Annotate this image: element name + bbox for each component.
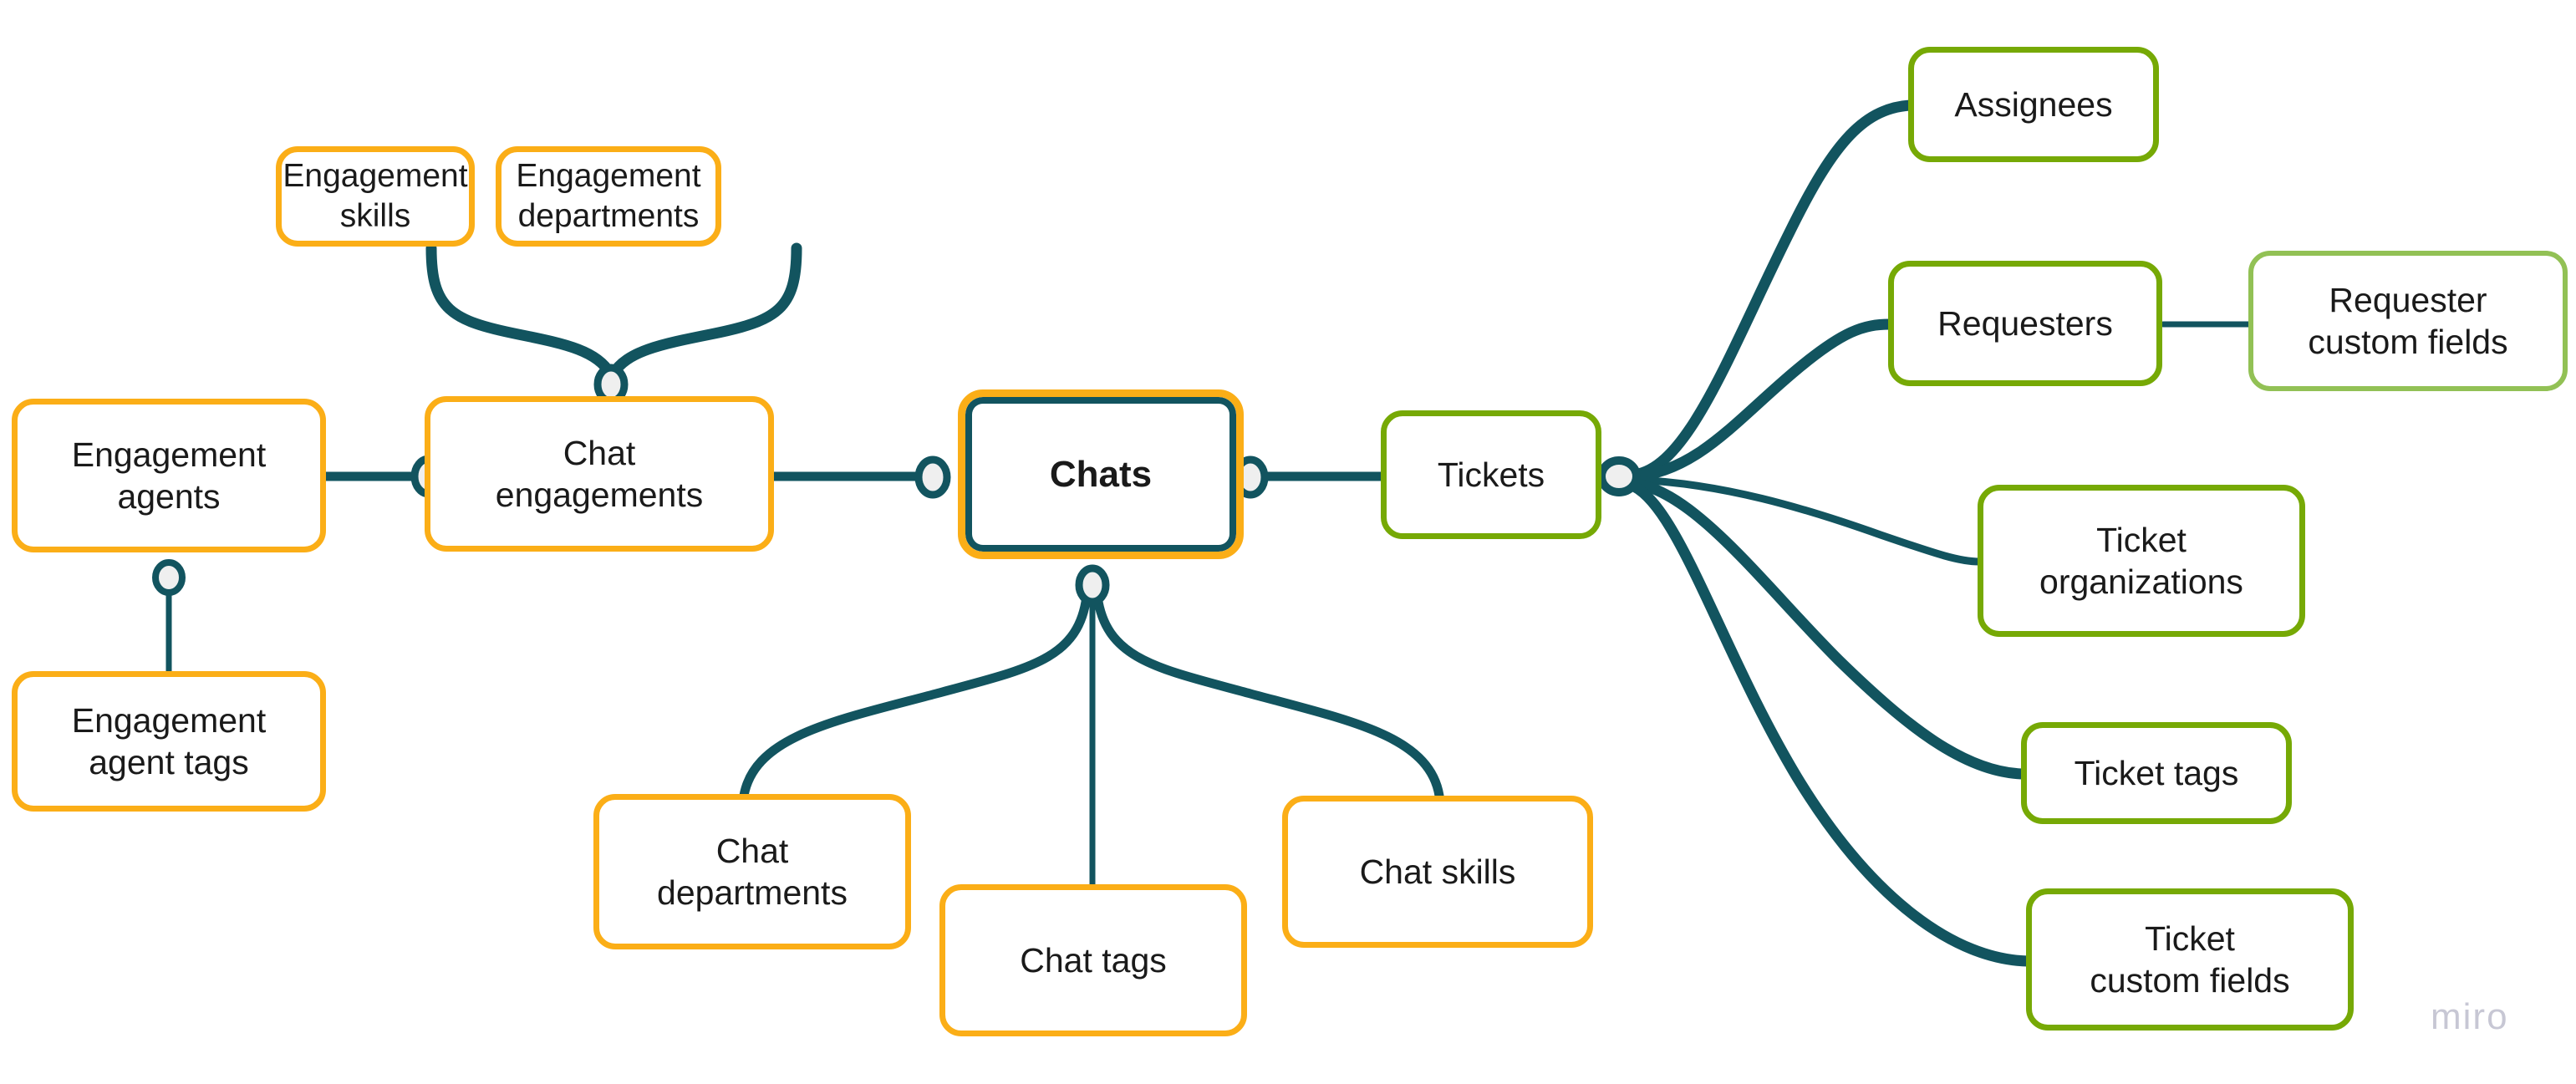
dot-tickets-right (1597, 456, 1641, 496)
node-label: Ticket custom fields (2090, 919, 2290, 1000)
node-label: Requester custom fields (2308, 280, 2508, 361)
edge-tickets-to-ticket-tags (1628, 477, 2029, 780)
node-label: Chats (1049, 453, 1153, 495)
node-engagement_skills[interactable]: Engagement skills (276, 146, 475, 247)
node-chat_skills[interactable]: Chat skills (1282, 796, 1593, 948)
node-chat_departments[interactable]: Chat departments (593, 794, 911, 949)
node-chat_engagements[interactable]: Chat engagements (425, 396, 774, 552)
node-label: Requesters (1937, 303, 2113, 343)
node-requester_custom_fields[interactable]: Requester custom fields (2248, 251, 2568, 391)
node-tickets[interactable]: Tickets (1381, 410, 1601, 539)
edge-chats-to-chat-departments (739, 592, 1092, 801)
node-label: Engagement departments (516, 158, 701, 234)
edge-engagement-departments-to-chat-engagements (607, 242, 802, 380)
node-engagement_agents[interactable]: Engagement agents (12, 399, 326, 552)
dot-engagement-agents-bottom (152, 559, 186, 596)
node-label: Ticket organizations (2039, 520, 2243, 601)
node-label: Chat departments (657, 831, 848, 912)
edge-chats-to-chat-skills (1092, 592, 1444, 801)
node-chat_tags[interactable]: Chat tags (939, 884, 1247, 1036)
node-engagement_agent_tags[interactable]: Engagement agent tags (12, 671, 326, 812)
mindmap-canvas: Engagement skills Engagement departments E… (0, 0, 2576, 1084)
node-label: Engagement skills (283, 158, 468, 234)
node-ticket_tags[interactable]: Ticket tags (2021, 722, 2292, 824)
edge-tickets-to-assignees (1628, 99, 1916, 481)
node-label: Tickets (1437, 455, 1545, 494)
node-label: Engagement agent tags (71, 700, 267, 781)
node-label: Chat skills (1359, 852, 1516, 891)
node-chats[interactable]: Chats (958, 389, 1244, 559)
node-ticket_custom_fields[interactable]: Ticket custom fields (2026, 888, 2354, 1031)
node-engagement_departments[interactable]: Engagement departments (496, 146, 721, 247)
node-label: Chat engagements (495, 433, 704, 514)
node-requesters[interactable]: Requesters (1888, 261, 2162, 386)
edge-engagement-skills-to-chat-engagements (425, 242, 617, 380)
node-label: Engagement agents (71, 435, 267, 516)
node-label: Assignees (1954, 84, 2113, 124)
dot-chats-bottom (1075, 564, 1110, 606)
miro-watermark: miro (2431, 996, 2509, 1037)
node-label: Ticket tags (2074, 753, 2239, 792)
node-ticket_organizations[interactable]: Ticket organizations (1978, 485, 2305, 637)
node-label: Chat tags (1020, 940, 1167, 980)
dot-chats-left (914, 455, 951, 499)
node-assignees[interactable]: Assignees (1908, 47, 2159, 162)
